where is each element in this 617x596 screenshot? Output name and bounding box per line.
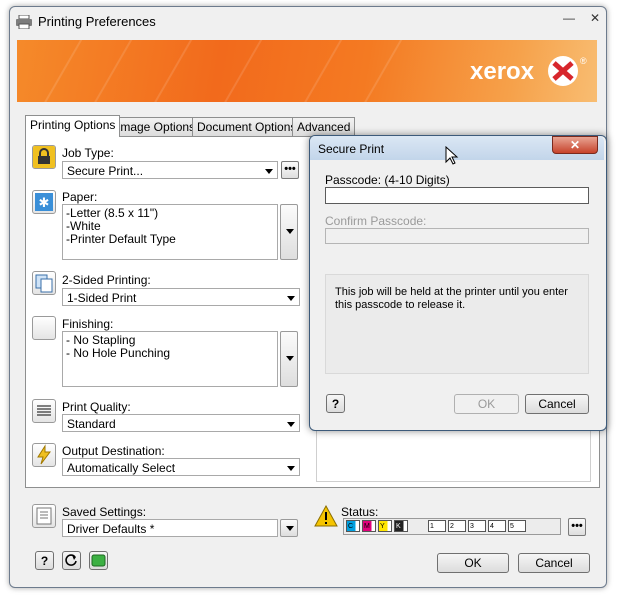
printer-status-button[interactable]: [89, 551, 108, 570]
print-quality-icon: [32, 399, 56, 423]
toner-magenta: M: [362, 520, 376, 532]
chevron-down-icon: [287, 466, 295, 471]
saved-settings-value: Driver Defaults *: [67, 522, 155, 536]
window-title: Printing Preferences: [38, 14, 156, 29]
chevron-down-icon: [265, 169, 273, 174]
dialog-ok-button[interactable]: OK: [454, 394, 519, 414]
paper-icon: ✱: [32, 190, 56, 214]
output-destination-icon: [32, 443, 56, 467]
green-status-icon: [91, 554, 106, 567]
two-sided-label: 2-Sided Printing:: [62, 273, 151, 287]
print-quality-label: Print Quality:: [62, 400, 131, 414]
chevron-down-icon: [286, 356, 294, 361]
two-sided-value: 1-Sided Print: [67, 291, 137, 305]
finishing-dropdown-button[interactable]: [280, 331, 298, 387]
dialog-cancel-button[interactable]: Cancel: [525, 394, 589, 414]
finishing-summary-box[interactable]: - No Stapling - No Hole Punching: [62, 331, 278, 387]
status-more-button[interactable]: •••: [568, 518, 586, 536]
paper-summary-box[interactable]: -Letter (8.5 x 11") -White -Printer Defa…: [62, 204, 278, 260]
chevron-down-icon: [286, 229, 294, 234]
confirm-passcode-input[interactable]: [325, 228, 589, 244]
status-label: Status:: [341, 505, 379, 519]
printer-icon: [16, 14, 32, 30]
toner-magenta-letter: M: [364, 523, 370, 530]
tray-1: 1: [428, 520, 446, 532]
output-destination-select[interactable]: Automatically Select: [62, 458, 300, 476]
output-destination-label: Output Destination:: [62, 444, 165, 458]
two-sided-select[interactable]: 1-Sided Print: [62, 288, 300, 306]
tray-5-number: 5: [510, 523, 514, 530]
passcode-input[interactable]: [325, 187, 589, 204]
lock-icon: [32, 145, 56, 169]
refresh-icon: [65, 554, 77, 566]
dialog-help-button[interactable]: ?: [326, 394, 345, 413]
toner-yellow-letter: Y: [380, 523, 385, 530]
xerox-logo-icon: [548, 56, 578, 86]
dialog-title: Secure Print: [318, 142, 385, 156]
help-button[interactable]: ?: [35, 551, 54, 570]
toner-black: K: [394, 520, 408, 532]
two-sided-icon: [32, 271, 56, 295]
ok-button[interactable]: OK: [437, 553, 509, 573]
finishing-label: Finishing:: [62, 317, 114, 331]
print-quality-value: Standard: [67, 417, 116, 431]
warning-icon: [314, 504, 338, 530]
toner-yellow: Y: [378, 520, 392, 532]
chevron-down-icon: [287, 422, 295, 427]
job-type-more-button[interactable]: •••: [281, 161, 299, 179]
reset-button[interactable]: [62, 551, 81, 570]
tab-advanced[interactable]: Advanced: [292, 117, 356, 136]
print-quality-select[interactable]: Standard: [62, 414, 300, 432]
saved-settings-label: Saved Settings:: [62, 505, 147, 519]
window-close-button[interactable]: ✕: [582, 10, 608, 28]
xerox-logo-text: xerox: [470, 58, 535, 85]
toner-cyan-letter: C: [348, 523, 354, 530]
svg-text:✱: ✱: [39, 196, 50, 211]
tab-printing-options[interactable]: Printing Options: [25, 115, 121, 137]
tab-document-options[interactable]: Document Options: [192, 117, 302, 136]
job-type-label: Job Type:: [62, 146, 114, 160]
registered-mark: ®: [580, 56, 587, 66]
paper-label: Paper:: [62, 190, 98, 204]
tray-3-number: 3: [470, 523, 474, 530]
hold-message-text: This job will be held at the printer unt…: [335, 286, 568, 311]
mouse-cursor-icon: [445, 145, 459, 169]
tab-image-options[interactable]: Image Options: [112, 117, 201, 136]
saved-settings-dropdown-button[interactable]: [280, 519, 298, 537]
toner-cyan: C: [346, 520, 360, 532]
hole-punching-line: - No Hole Punching: [66, 346, 171, 360]
tray-2-number: 2: [450, 523, 454, 530]
chevron-down-icon: [286, 526, 294, 531]
minimize-button[interactable]: —: [556, 10, 582, 28]
tray-3: 3: [468, 520, 486, 532]
paper-dropdown-button[interactable]: [280, 204, 298, 260]
paper-type-line: -Printer Default Type: [66, 232, 176, 246]
toner-black-letter: K: [396, 523, 401, 530]
finishing-icon: [32, 316, 56, 340]
tray-4-number: 4: [490, 523, 494, 530]
saved-settings-icon: [32, 504, 56, 528]
tray-1-number: 1: [430, 523, 434, 530]
output-destination-value: Automatically Select: [67, 461, 176, 475]
dialog-close-button[interactable]: ✕: [552, 136, 598, 154]
tray-4: 4: [488, 520, 506, 532]
saved-settings-select[interactable]: Driver Defaults *: [62, 519, 278, 537]
passcode-label: Passcode: (4-10 Digits): [325, 173, 450, 187]
job-type-value: Secure Print...: [67, 164, 144, 178]
chevron-down-icon: [287, 296, 295, 301]
tray-2: 2: [448, 520, 466, 532]
job-type-select[interactable]: Secure Print...: [62, 161, 278, 179]
tray-5: 5: [508, 520, 526, 532]
confirm-passcode-label: Confirm Passcode:: [325, 214, 427, 228]
cancel-button[interactable]: Cancel: [518, 553, 590, 573]
